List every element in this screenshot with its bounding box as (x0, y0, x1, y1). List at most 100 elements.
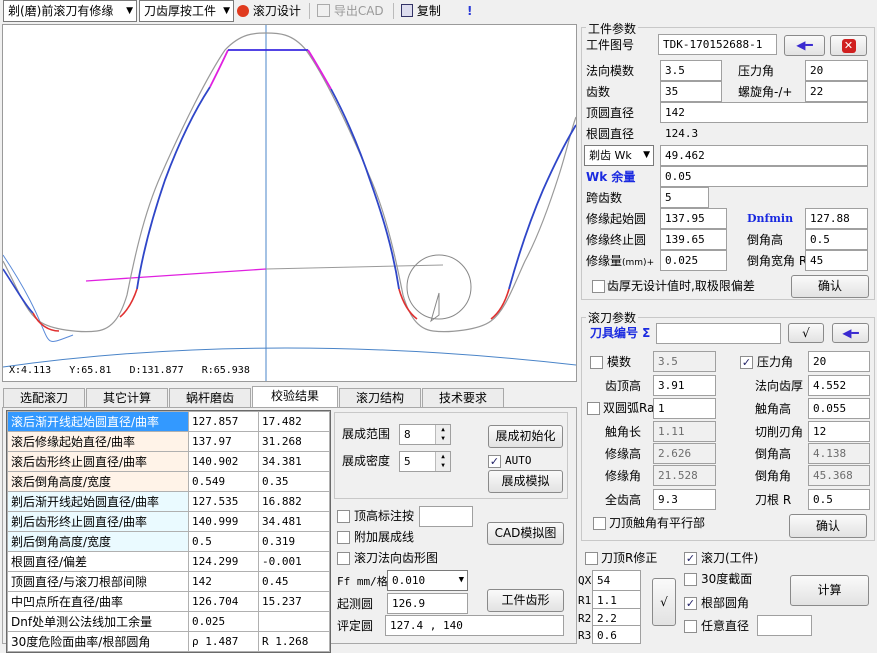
hob-work-checkbox[interactable]: ✓ (684, 552, 697, 565)
result-label-cell[interactable]: 剃后倒角高度/宽度 (7, 531, 189, 552)
result-value2-cell[interactable]: 34.481 (258, 511, 330, 532)
spin-arrows-icon[interactable]: ▲ ▼ (435, 452, 450, 471)
back-arrow-button[interactable]: ◀━ (784, 35, 825, 56)
mod-end-input[interactable]: 139.65 (660, 229, 727, 250)
tab-worm-grinding[interactable]: 蜗杆磨齿 (169, 388, 251, 408)
gen-density-spinner[interactable]: 5 ▲ ▼ (399, 451, 451, 472)
root-radius-input[interactable]: 0.5 (808, 489, 870, 510)
result-label-cell[interactable]: 中凹点所在直径/曲率 (7, 591, 189, 612)
chamfer-height-input[interactable]: 0.5 (805, 229, 868, 250)
start-circle-input[interactable]: 126.9 (387, 593, 468, 614)
delete-button[interactable]: ✕ (830, 35, 867, 56)
result-label-cell[interactable]: 剃后齿形终止圆直径/曲率 (7, 511, 189, 532)
info-button[interactable]: ! (467, 0, 472, 22)
span-teeth-input[interactable]: 5 (660, 187, 709, 208)
ff-select[interactable]: 0.010 ▼ (387, 570, 468, 591)
result-value1-cell[interactable]: ρ 1.487 (188, 631, 259, 652)
wk-allowance-input[interactable]: 0.05 (660, 166, 868, 187)
result-value1-cell[interactable]: 140.999 (188, 511, 259, 532)
result-label-cell[interactable]: 滚后倒角高度/宽度 (7, 471, 189, 492)
tab-select-hob[interactable]: 选配滚刀 (3, 388, 85, 408)
mode-select[interactable]: 剃(磨)前滚刀有修缘 ▼ (3, 0, 137, 22)
parallel-checkbox[interactable] (593, 517, 606, 530)
result-value1-cell[interactable]: 127.535 (188, 491, 259, 512)
result-value1-cell[interactable]: 124.299 (188, 551, 259, 572)
tip-mark-input[interactable] (419, 506, 473, 527)
tab-tech-requirements[interactable]: 技术要求 (422, 388, 504, 408)
table-row[interactable]: 剃后倒角高度/宽度 0.5 0.319 (7, 531, 330, 552)
root-fillet-checkbox[interactable]: ✓ (684, 597, 697, 610)
module-checkbox[interactable] (590, 356, 603, 369)
hob-chamfer-height-input[interactable]: 4.138 (808, 443, 870, 464)
extra-root-checkbox[interactable] (337, 531, 350, 544)
any-diameter-checkbox[interactable] (684, 620, 697, 633)
drawing-no-input[interactable]: TDK-170152688-1 (658, 34, 777, 55)
auto-checkbox[interactable]: ✓ (488, 455, 501, 468)
gen-range-spinner[interactable]: 8 ▲ ▼ (399, 424, 451, 445)
tooth-thickness-select[interactable]: 刀齿厚按工件 ▼ (139, 0, 234, 22)
result-value1-cell[interactable]: 0.025 (188, 611, 259, 632)
dnfmin-input[interactable]: 127.88 (805, 208, 868, 229)
table-row[interactable]: Dnf处单测公法线加工余量 0.025 (7, 611, 330, 632)
pressure-angle-input[interactable]: 20 (805, 60, 868, 81)
result-value1-cell[interactable]: 0.5 (188, 531, 259, 552)
tab-other-calc[interactable]: 其它计算 (86, 388, 168, 408)
touch-height-input[interactable]: 0.055 (808, 398, 870, 419)
result-value2-cell[interactable]: 34.381 (258, 451, 330, 472)
wk-type-select[interactable]: 剃齿 Wk ▼ (584, 145, 654, 166)
table-row[interactable]: 剃后渐开线起始圆直径/曲率 127.535 16.882 (7, 491, 330, 512)
result-value2-cell[interactable]: 17.482 (258, 411, 330, 432)
tip-diameter-input[interactable]: 142 (660, 102, 868, 123)
result-label-cell[interactable]: 滚后渐开线起始圆直径/曲率 (7, 411, 189, 432)
cutting-angle-input[interactable]: 12 (808, 421, 870, 442)
calculate-button[interactable]: 计算 (790, 575, 869, 606)
check-button[interactable]: √ (788, 323, 824, 343)
table-row[interactable]: 滚后倒角高度/宽度 0.549 0.35 (7, 471, 330, 492)
tip-mark-checkbox[interactable] (337, 510, 350, 523)
table-row[interactable]: 中凹点所在直径/曲率 126.704 15.237 (7, 591, 330, 612)
normal-module-input[interactable]: 3.5 (660, 60, 722, 81)
result-value1-cell[interactable]: 126.704 (188, 591, 259, 612)
export-cad-button[interactable]: 导出CAD (317, 0, 384, 22)
result-label-cell[interactable]: 顶圆直径/与滚刀根部间隙 (7, 571, 189, 592)
profile-canvas[interactable]: X:4.113 Y:65.81 D:131.877 R:65.938 (2, 24, 577, 382)
result-value2-cell[interactable]: 0.319 (258, 531, 330, 552)
result-label-cell[interactable]: 30度危险面曲率/根部圆角 (7, 631, 189, 652)
result-value2-cell[interactable]: R 1.268 (258, 631, 330, 652)
chamfer-width-input[interactable]: 45 (805, 250, 868, 271)
cad-sim-button[interactable]: CAD模拟图 (487, 522, 564, 545)
table-row[interactable]: 滚后渐开线起始圆直径/曲率 127.857 17.482 (7, 411, 330, 432)
spin-arrows-icon[interactable]: ▲ ▼ (435, 425, 450, 444)
workpiece-confirm-button[interactable]: 确认 (791, 275, 869, 298)
normal-profile-checkbox[interactable] (337, 552, 350, 565)
pressure-checkbox[interactable]: ✓ (740, 356, 753, 369)
result-label-cell[interactable]: 滚后齿形终止圆直径/曲率 (7, 451, 189, 472)
result-value2-cell[interactable]: 0.35 (258, 471, 330, 492)
hob-confirm-button[interactable]: 确认 (789, 514, 867, 538)
result-value1-cell[interactable]: 0.549 (188, 471, 259, 492)
hob-module-input[interactable]: 3.5 (653, 351, 716, 372)
teeth-input[interactable]: 35 (660, 81, 722, 102)
result-value1-cell[interactable]: 142 (188, 571, 259, 592)
touch-length-input[interactable]: 1.11 (653, 421, 716, 442)
helix-angle-input[interactable]: 22 (805, 81, 868, 102)
gen-init-button[interactable]: 展成初始化 (488, 425, 563, 448)
result-value2-cell[interactable]: 16.882 (258, 491, 330, 512)
table-row[interactable]: 剃后齿形终止圆直径/曲率 140.999 34.481 (7, 511, 330, 532)
gen-simulate-button[interactable]: 展成模拟 (488, 470, 563, 493)
section30-checkbox[interactable] (684, 573, 697, 586)
table-row[interactable]: 顶圆直径/与滚刀根部间隙 142 0.45 (7, 571, 330, 592)
full-height-input[interactable]: 9.3 (653, 489, 716, 510)
table-row[interactable]: 根圆直径/偏差 124.299 -0.001 (7, 551, 330, 572)
result-value2-cell[interactable] (258, 611, 330, 632)
workpiece-profile-button[interactable]: 工件齿形 (487, 589, 564, 612)
hob-chamfer-angle-input[interactable]: 45.368 (808, 465, 870, 486)
tip-height-input[interactable]: 3.91 (653, 375, 716, 396)
apply-check-button[interactable]: √ (652, 578, 676, 626)
tab-hob-structure[interactable]: 滚刀结构 (339, 388, 421, 408)
result-value2-cell[interactable]: -0.001 (258, 551, 330, 572)
result-label-cell[interactable]: 滚后修缘起始直径/曲率 (7, 431, 189, 452)
mod-start-input[interactable]: 137.95 (660, 208, 727, 229)
double-arc-checkbox[interactable] (587, 402, 600, 415)
table-row[interactable]: 滚后齿形终止圆直径/曲率 140.902 34.381 (7, 451, 330, 472)
